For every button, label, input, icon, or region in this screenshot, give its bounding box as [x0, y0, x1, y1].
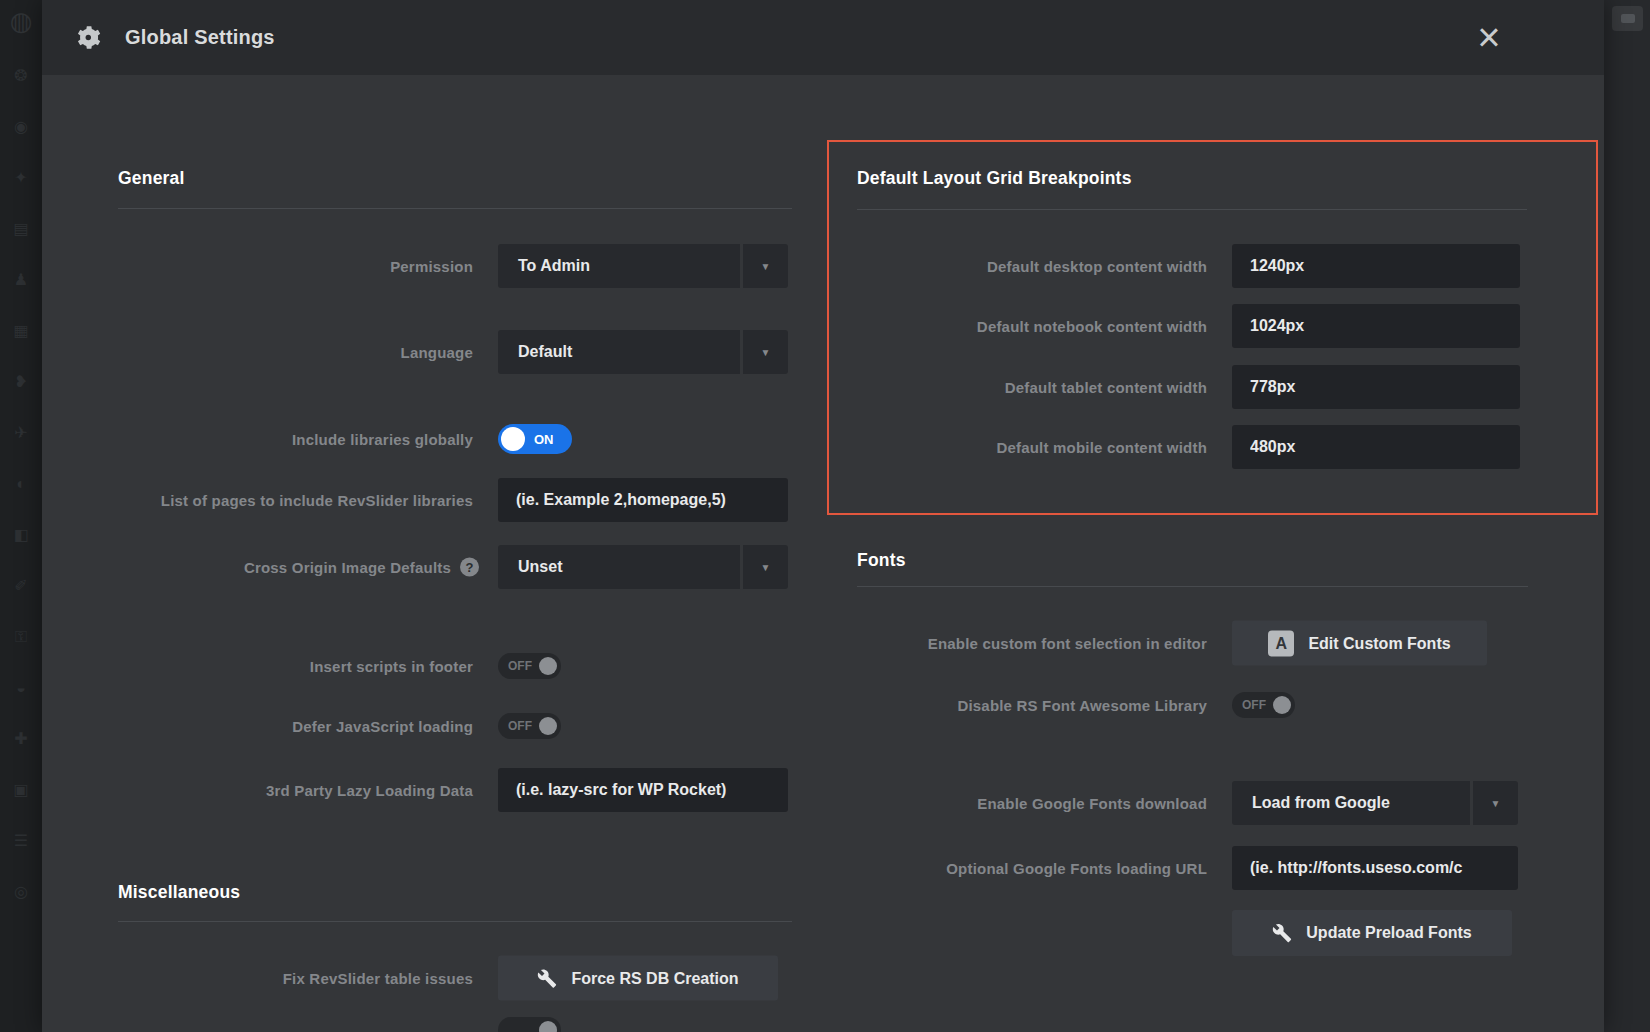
- chevron-down-icon: ▼: [743, 545, 788, 589]
- posts-icon: ▦: [13, 320, 28, 342]
- page: ◍ ❂ ◉ ✦ ▤ ♟ ▦ ❥ ✈ ◐ ◧ ✐ ⚿ ◒ ✚ ▣ ☰ ◎ Glob…: [0, 0, 1650, 1032]
- notebook-width-input[interactable]: [1232, 304, 1520, 348]
- divider: [857, 586, 1528, 587]
- section-title-general: General: [118, 168, 185, 189]
- page-background: [1604, 0, 1650, 1032]
- mobile-width-label: Default mobile content width: [820, 439, 1207, 456]
- toggle-knob: [1273, 696, 1291, 714]
- media-icon: ◉: [14, 116, 28, 138]
- chevron-down-icon: ▼: [743, 244, 788, 288]
- settings-icon: ◎: [14, 881, 28, 903]
- font-a-icon: A: [1268, 630, 1294, 656]
- wrench-icon: [1272, 923, 1292, 943]
- language-value: Default: [498, 330, 740, 374]
- fonts-url-input[interactable]: [1232, 846, 1518, 890]
- insert-scripts-toggle[interactable]: OFF: [498, 653, 561, 679]
- toggle-state: ON: [534, 432, 554, 447]
- mobile-width-input[interactable]: [1232, 425, 1520, 469]
- fix-tables-label: Fix RevSlider table issues: [100, 970, 473, 987]
- custom-fonts-label: Enable custom font selection in editor: [820, 635, 1207, 652]
- archive-icon: ▣: [13, 779, 28, 801]
- toggle-state: OFF: [508, 659, 532, 673]
- pages-icon: ▤: [13, 218, 28, 240]
- chevron-down-icon: ▼: [743, 330, 788, 374]
- permission-dropdown[interactable]: To Admin ▼: [498, 244, 788, 288]
- tablet-width-input[interactable]: [1232, 365, 1520, 409]
- cross-origin-label: Cross Origin Image Defaults: [244, 559, 451, 576]
- lazy-loading-label: 3rd Party Lazy Loading Data: [100, 782, 473, 799]
- wrench-icon: ✐: [14, 575, 27, 597]
- font-awesome-toggle[interactable]: OFF: [1232, 692, 1295, 718]
- toggle-knob: [501, 427, 525, 451]
- update-preload-fonts-label: Update Preload Fonts: [1306, 924, 1471, 942]
- wordpress-logo-icon: ◍: [10, 6, 33, 36]
- pages-list-label: List of pages to include RevSlider libra…: [100, 492, 473, 509]
- divider: [118, 921, 792, 922]
- fonts-url-label: Optional Google Fonts loading URL: [820, 860, 1207, 877]
- divider: [118, 208, 792, 209]
- section-title-breakpoints: Default Layout Grid Breakpoints: [857, 168, 1132, 189]
- toggle-knob: [539, 1021, 557, 1032]
- help-icon[interactable]: ?: [460, 558, 479, 577]
- folder-icon: ◧: [13, 524, 28, 546]
- google-fonts-value: Load from Google: [1232, 781, 1470, 825]
- permission-value: To Admin: [498, 244, 740, 288]
- defer-js-toggle[interactable]: OFF: [498, 713, 561, 739]
- update-preload-fonts-button[interactable]: Update Preload Fonts: [1232, 910, 1512, 956]
- users-icon: ♟: [14, 269, 28, 291]
- list-icon: ☰: [14, 830, 28, 852]
- pin-icon: ✦: [14, 167, 27, 189]
- gear-icon: [74, 24, 101, 51]
- pages-list-input[interactable]: [498, 478, 788, 522]
- plugins-icon: ❂: [14, 65, 27, 87]
- edit-custom-fonts-label: Edit Custom Fonts: [1308, 634, 1450, 652]
- key-icon: ⚿: [15, 626, 27, 648]
- cross-origin-dropdown[interactable]: Unset ▼: [498, 545, 788, 589]
- google-fonts-dropdown[interactable]: Load from Google ▼: [1232, 781, 1518, 825]
- font-awesome-label: Disable RS Font Awesome Library: [820, 697, 1207, 714]
- profile-icon: ◒: [16, 677, 26, 699]
- lazy-loading-input[interactable]: [498, 768, 788, 812]
- section-title-miscellaneous: Miscellaneous: [118, 882, 240, 903]
- modal-title: Global Settings: [125, 0, 275, 75]
- include-libraries-toggle[interactable]: ON: [498, 424, 572, 454]
- tools-icon: ✈: [14, 422, 27, 444]
- cutoff-toggle[interactable]: [498, 1017, 561, 1032]
- desktop-width-input[interactable]: [1232, 244, 1520, 288]
- permission-label: Permission: [100, 258, 473, 275]
- section-title-fonts: Fonts: [857, 550, 906, 571]
- google-fonts-label: Enable Google Fonts download: [820, 795, 1207, 812]
- force-db-creation-label: Force RS DB Creation: [571, 969, 738, 987]
- tablet-width-label: Default tablet content width: [820, 379, 1207, 396]
- language-dropdown[interactable]: Default ▼: [498, 330, 788, 374]
- toggle-knob: [539, 717, 557, 735]
- wp-admin-sidebar: ◍ ❂ ◉ ✦ ▤ ♟ ▦ ❥ ✈ ◐ ◧ ✐ ⚿ ◒ ✚ ▣ ☰ ◎: [0, 0, 42, 1032]
- close-icon[interactable]: ×: [1464, 0, 1514, 75]
- globe-icon: ◐: [16, 473, 26, 495]
- wrench-icon: [537, 968, 557, 988]
- notebook-width-label: Default notebook content width: [820, 318, 1207, 335]
- chevron-down-icon: ▼: [1473, 781, 1518, 825]
- modal-header: [42, 0, 1604, 75]
- force-db-creation-button[interactable]: Force RS DB Creation: [498, 956, 778, 1001]
- comments-icon: ❥: [14, 371, 27, 393]
- cross-origin-value: Unset: [498, 545, 740, 589]
- toggle-state: OFF: [508, 719, 532, 733]
- include-libraries-label: Include libraries globally: [100, 431, 473, 448]
- desktop-width-label: Default desktop content width: [820, 258, 1207, 275]
- language-label: Language: [100, 344, 473, 361]
- toggle-state: OFF: [1242, 698, 1266, 712]
- edit-custom-fonts-button[interactable]: A Edit Custom Fonts: [1232, 621, 1487, 666]
- divider: [857, 209, 1527, 210]
- avatar: [1621, 14, 1635, 23]
- hammer-icon: ✚: [14, 728, 27, 750]
- defer-js-label: Defer JavaScript loading: [100, 718, 473, 735]
- cross-origin-label-row: Cross Origin Image Defaults ?: [100, 558, 479, 577]
- admin-bar-avatar[interactable]: [1612, 6, 1643, 31]
- toggle-knob: [539, 657, 557, 675]
- insert-scripts-label: Insert scripts in footer: [100, 658, 473, 675]
